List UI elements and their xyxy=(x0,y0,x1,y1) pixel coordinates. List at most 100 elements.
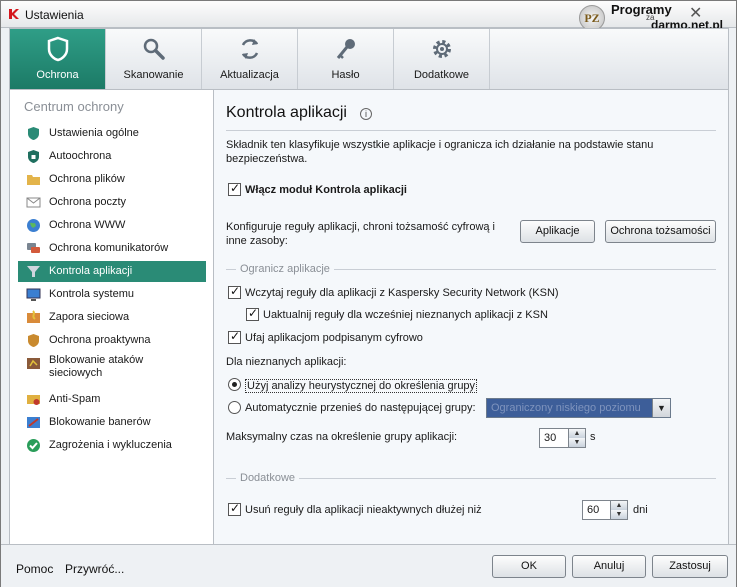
window-title: Ustawienia xyxy=(25,8,84,22)
tab-label: Aktualizacja xyxy=(220,69,279,81)
apply-button[interactable]: Zastosuj xyxy=(652,555,728,578)
key-icon xyxy=(336,39,355,59)
refresh-icon xyxy=(241,39,258,59)
top-tab-bar: Ochrona Skanowanie Aktualizacja Hasło Do… xyxy=(9,28,729,90)
load-ksn-label: Wczytaj reguły dla aplikacji z Kaspersky… xyxy=(245,287,559,299)
main-panel: Kontrola aplikacji i Składnik ten klasyf… xyxy=(214,90,729,544)
sidebar-item-ustawienia-ogolne[interactable]: Ustawienia ogólne xyxy=(18,123,206,144)
sidebar-item-label: Ochrona poczty xyxy=(49,196,127,208)
envelope-icon xyxy=(26,197,41,208)
antispam-icon xyxy=(27,395,40,405)
sidebar-item-label: Anti-Spam xyxy=(49,393,101,405)
banner-block-icon xyxy=(27,417,40,428)
sidebar-item-label: Kontrola aplikacji xyxy=(49,265,133,277)
settings-window: Ustawienia PZ Programy za darmo.net.pl ✕… xyxy=(0,0,737,587)
limit-apps-section: Ogranicz aplikacje xyxy=(226,263,716,275)
sidebar-item-label: Ochrona WWW xyxy=(49,219,126,231)
sidebar-item-ochrona-plikow[interactable]: Ochrona plików xyxy=(18,169,206,190)
sidebar-item-autoochrona[interactable]: Autoochrona xyxy=(18,146,206,167)
enable-module-checkbox[interactable] xyxy=(228,181,241,196)
days-value: 60 xyxy=(587,504,600,516)
group-select[interactable]: Ograniczony niskiego poziomu ▼ xyxy=(486,398,671,418)
spin-down-icon[interactable]: ▼ xyxy=(568,438,585,447)
funnel-icon xyxy=(27,266,40,277)
load-ksn-checkbox[interactable] xyxy=(228,284,241,299)
tab-label: Dodatkowe xyxy=(413,69,470,81)
magnifier-icon xyxy=(143,38,165,60)
spin-up-icon[interactable]: ▲ xyxy=(610,501,627,510)
group-select-value: Ograniczony niskiego poziomu xyxy=(491,402,641,414)
kaspersky-logo-icon xyxy=(9,9,19,19)
tab-label: Skanowanie xyxy=(123,69,184,81)
remove-rules-label: Usuń reguły dla aplikacji nieaktywnych d… xyxy=(245,504,482,516)
network-block-icon xyxy=(27,358,40,369)
remove-rules-checkbox[interactable] xyxy=(228,501,241,516)
spin-up-icon[interactable]: ▲ xyxy=(568,429,585,438)
sidebar-item-blokowanie-banerow[interactable]: Blokowanie banerów xyxy=(18,412,206,433)
sidebar-item-zagrozenia-wykluczenia[interactable]: Zagrożenia i wykluczenia xyxy=(18,435,206,456)
close-icon[interactable]: ✕ xyxy=(689,3,702,23)
sidebar-item-label: Zagrożenia i wykluczenia xyxy=(49,439,172,451)
sidebar-item-label: Ochrona komunikatorów xyxy=(49,242,169,254)
tab-dodatkowe[interactable]: Dodatkowe xyxy=(394,29,490,89)
sidebar-item-label: Ustawienia ogólne xyxy=(49,127,139,139)
tab-aktualizacja[interactable]: Aktualizacja xyxy=(202,29,298,89)
chevron-down-icon[interactable]: ▼ xyxy=(652,399,670,417)
chat-icon xyxy=(27,243,40,253)
section-title: Ogranicz aplikacje xyxy=(236,263,334,275)
monitor-icon xyxy=(26,288,41,301)
sidebar-item-anti-spam[interactable]: Anti-Spam xyxy=(18,389,206,410)
sidebar: Centrum ochrony Ustawienia ogólne Autooc… xyxy=(9,90,214,544)
move-group-label: Automatycznie przenieś do następującej g… xyxy=(245,402,476,414)
move-group-radio[interactable] xyxy=(228,401,241,414)
help-link[interactable]: Pomoc xyxy=(16,562,53,576)
footer: Pomoc Przywróć... OK Anuluj Zastosuj xyxy=(1,544,736,587)
days-unit: dni xyxy=(633,504,648,516)
sidebar-item-kontrola-aplikacji[interactable]: Kontrola aplikacji xyxy=(18,261,206,282)
title-divider xyxy=(226,130,716,131)
sidebar-item-ochrona-proaktywna[interactable]: Ochrona proaktywna xyxy=(18,330,206,351)
enable-module-label: Włącz moduł Kontrola aplikacji xyxy=(245,184,407,196)
max-time-value: 30 xyxy=(544,432,557,444)
sidebar-item-ochrona-poczty[interactable]: Ochrona poczty xyxy=(18,192,206,213)
shield-icon xyxy=(47,36,68,62)
sidebar-item-zapora-sieciowa[interactable]: Zapora sieciowa xyxy=(18,307,206,328)
sidebar-item-ochrona-www[interactable]: Ochrona WWW xyxy=(18,215,206,236)
heuristic-radio[interactable] xyxy=(228,378,241,391)
spin-down-icon[interactable]: ▼ xyxy=(610,510,627,519)
gear-icon xyxy=(432,40,451,58)
sidebar-item-label: Autoochrona xyxy=(49,150,112,162)
sidebar-item-label: Zapora sieciowa xyxy=(49,311,130,323)
sidebar-item-ochrona-komunikatorow[interactable]: Ochrona komunikatorów xyxy=(18,238,206,259)
days-stepper[interactable]: 60 ▲ ▼ xyxy=(582,500,628,520)
tab-skanowanie[interactable]: Skanowanie xyxy=(106,29,202,89)
sidebar-item-kontrola-systemu[interactable]: Kontrola systemu xyxy=(18,284,206,305)
ok-button[interactable]: OK xyxy=(492,555,566,578)
section-title: Dodatkowe xyxy=(236,472,300,484)
trust-signed-checkbox[interactable] xyxy=(228,329,241,344)
max-time-unit: s xyxy=(590,431,596,443)
tab-label: Hasło xyxy=(331,69,360,81)
sidebar-item-label: Blokowanie banerów xyxy=(49,416,151,428)
max-time-label: Maksymalny czas na określenie grupy apli… xyxy=(226,431,458,443)
watermark-line-1: Programy xyxy=(611,2,672,17)
title-bar: Ustawienia PZ Programy za darmo.net.pl ✕ xyxy=(1,1,736,32)
sidebar-item-blokowanie-atakow[interactable]: Blokowanie ataków sieciowych xyxy=(18,353,206,383)
configure-text: Konfiguruje reguły aplikacji, chroni toż… xyxy=(226,221,496,247)
identity-protection-button[interactable]: Ochrona tożsamości xyxy=(605,220,716,243)
tab-ochrona[interactable]: Ochrona xyxy=(10,29,106,89)
applications-button[interactable]: Aplikacje xyxy=(520,220,595,243)
info-icon[interactable]: i xyxy=(360,108,372,120)
tab-haslo[interactable]: Hasło xyxy=(298,29,394,89)
cancel-button[interactable]: Anuluj xyxy=(572,555,646,578)
restore-link[interactable]: Przywróć... xyxy=(65,562,124,576)
shield-lock-icon xyxy=(28,150,39,163)
sidebar-item-label: Ochrona plików xyxy=(49,173,125,185)
update-rules-checkbox[interactable] xyxy=(246,306,259,321)
check-circle-icon xyxy=(27,439,40,452)
sidebar-item-label: Kontrola systemu xyxy=(49,288,134,300)
proactive-shield-icon xyxy=(28,334,39,347)
max-time-stepper[interactable]: 30 ▲ ▼ xyxy=(539,428,586,448)
module-description: Składnik ten klasyfikuje wszystkie aplik… xyxy=(226,139,654,165)
trust-signed-label: Ufaj aplikacjom podpisanym cyfrowo xyxy=(245,332,423,344)
